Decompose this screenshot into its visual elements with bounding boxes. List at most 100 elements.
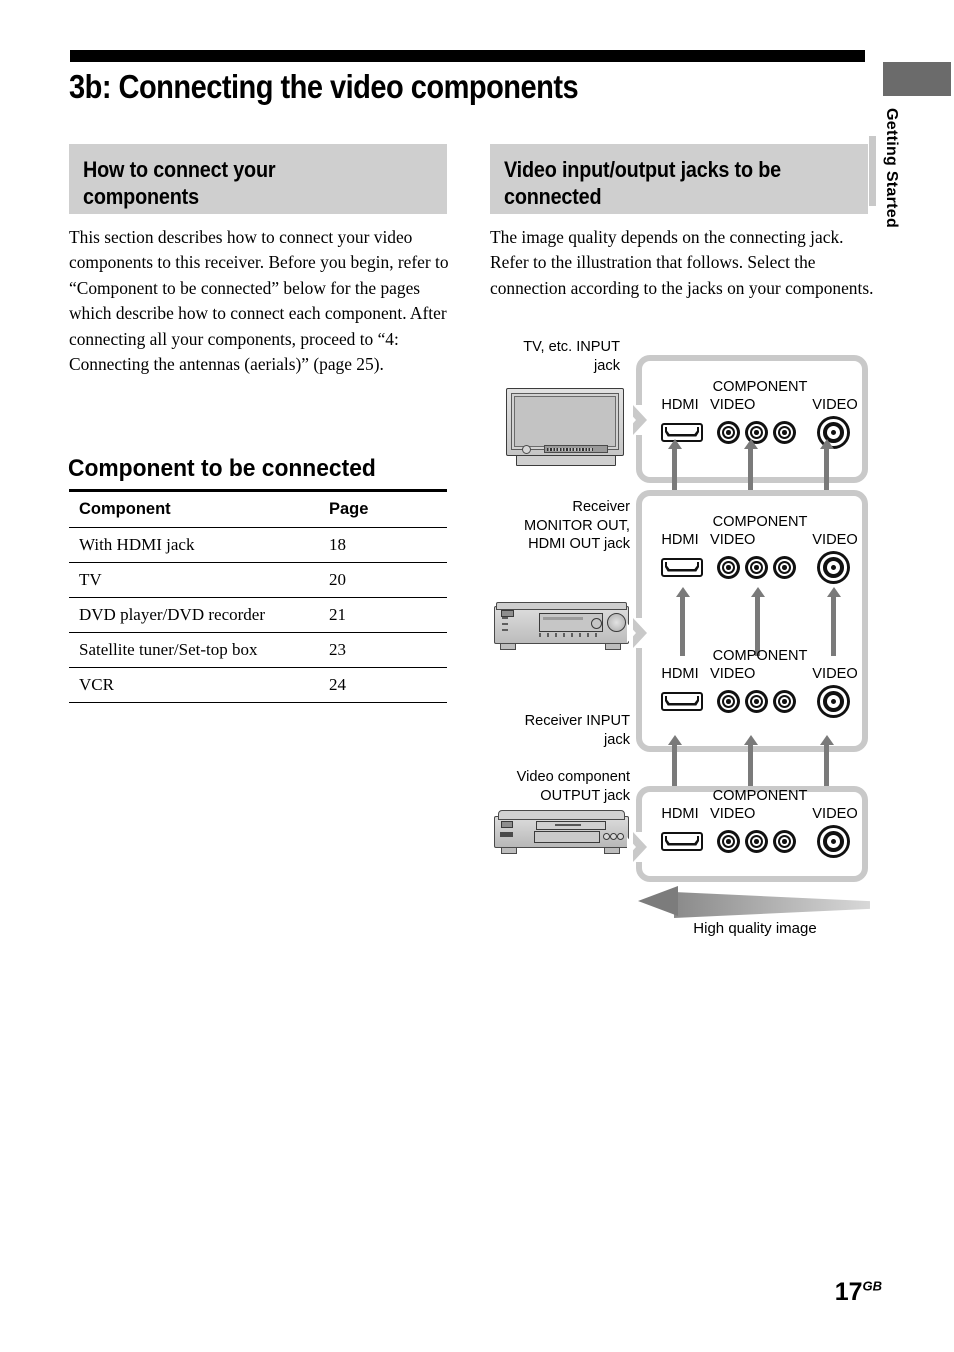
panel-notch-icon [627,618,649,648]
page-number: 17GB [835,1278,882,1307]
tv-knob [522,445,531,454]
tv-control-strip [544,445,608,453]
label-line: TV, etc. INPUT [523,339,620,355]
component-jack-pb-icon [745,830,768,853]
label-line: jack [604,731,630,748]
table-cell-component: With HDMI jack [69,527,323,563]
jack-label-hdmi: HDMI [661,397,699,413]
connector-arrow [826,587,841,656]
side-tab-block [883,62,951,96]
high-quality-caption: High quality image [693,920,817,937]
receiver-foot-right [605,643,621,650]
dvd-button [603,833,610,840]
composite-video-jack-icon [817,685,850,718]
jack-label-hdmi: HDMI [661,666,699,682]
right-body-text: The image quality depends on the connect… [490,227,874,298]
jack-label-component: COMPONENT [712,379,808,395]
table-cell-component: DVD player/DVD recorder [69,597,323,633]
jack-label-hdmi: HDMI [661,806,699,822]
table-cell-page: 23 [323,632,447,668]
hdmi-port-icon [661,832,703,851]
section-heading-line2: connected [504,184,602,209]
table-row: Satellite tuner/Set-top box 23 [69,632,447,668]
dvd-top [498,810,625,820]
hdmi-port-icon [661,558,703,577]
hdmi-port-icon [661,692,703,711]
connector-arrow [743,439,758,490]
receiver-small-knob [591,618,602,629]
high-quality-arrow-icon [638,886,870,918]
label-line: Receiver [572,499,630,515]
table-header-page: Page [323,489,447,528]
dvd-button [617,833,624,840]
page-number-suffix: GB [862,1278,883,1294]
receiver-side-buttons [502,617,508,635]
table-cell-page: 18 [323,527,447,563]
table-cell-page: 24 [323,667,447,703]
composite-video-jack-icon [817,825,850,858]
section-heading-line1: Video input/output jacks to be [504,157,781,182]
component-jack-y-icon [717,690,740,713]
jack-label-video: VIDEO [812,666,858,682]
receiver-power-led [501,610,514,617]
connector-arrow [743,735,758,786]
table-header-component: Component [69,489,323,528]
label-receiver-monitor-out: Receiver MONITOR OUT, HDMI OUT jack [450,498,630,554]
jack-label-component: COMPONENT [712,788,808,804]
table-title: Component to be connected [68,455,376,482]
component-jack-y-icon [717,830,740,853]
component-jack-y-icon [717,556,740,579]
table-cell-component: Satellite tuner/Set-top box [69,632,323,668]
manual-page: 3b: Connecting the video components Gett… [0,0,954,1352]
dvd-player-illustration [494,810,629,854]
table-row: TV 20 [69,562,447,598]
component-jack-y-icon [717,421,740,444]
label-video-component-output: Video component OUTPUT jack [450,768,630,805]
receiver-volume-knob [607,613,626,632]
panel-notch-icon [627,405,649,435]
tv-screen [514,396,616,447]
page-title: 3b: Connecting the video components [69,68,579,105]
receiver-illustration [494,602,629,650]
section-heading-how-to-connect: How to connect your components [69,144,447,214]
side-tab-marker [869,136,876,206]
component-jack-pr-icon [773,690,796,713]
dvd-panel [534,831,600,843]
page-number-value: 17 [834,1278,863,1306]
table-cell-page: 21 [323,597,447,633]
label-line: Video component [516,769,630,785]
table-cell-component: VCR [69,667,323,703]
dvd-foot-right [604,847,620,854]
jack-label-hdmi: HDMI [661,532,699,548]
table-cell-component: TV [69,562,323,598]
connector-arrow [675,587,690,656]
connector-arrow [667,439,682,490]
composite-video-jack-icon [817,551,850,584]
jack-panel-video-component-output: HDMI COMPONENT VIDEO VIDEO [627,786,868,882]
receiver-button-row [539,633,601,637]
tv-illustration [506,388,624,466]
component-jack-pr-icon [773,556,796,579]
receiver-top [496,602,627,610]
jack-label-video: VIDEO [812,806,858,822]
label-tv-input-jack: TV, etc. INPUT jack [470,338,620,375]
component-jack-pr-icon [773,421,796,444]
tv-stand [516,455,616,466]
title-rule [70,50,865,62]
table-row: VCR 24 [69,667,447,703]
table-row: DVD player/DVD recorder 21 [69,597,447,633]
jack-label-component: COMPONENT [712,648,808,664]
receiver-foot-left [500,643,516,650]
component-jack-pr-icon [773,830,796,853]
component-jack-pb-icon [745,690,768,713]
dvd-button [610,833,617,840]
label-receiver-input-jack: Receiver INPUT jack [450,712,630,749]
label-line: HDMI OUT jack [528,536,630,552]
connector-arrow [819,439,834,490]
jack-label-video: VIDEO [812,532,858,548]
table-cell-page: 20 [323,562,447,598]
dvd-display [501,821,513,828]
side-tab-label: Getting Started [883,108,900,229]
connector-arrow [819,735,834,786]
section-heading-line1: How to connect your [83,157,276,182]
